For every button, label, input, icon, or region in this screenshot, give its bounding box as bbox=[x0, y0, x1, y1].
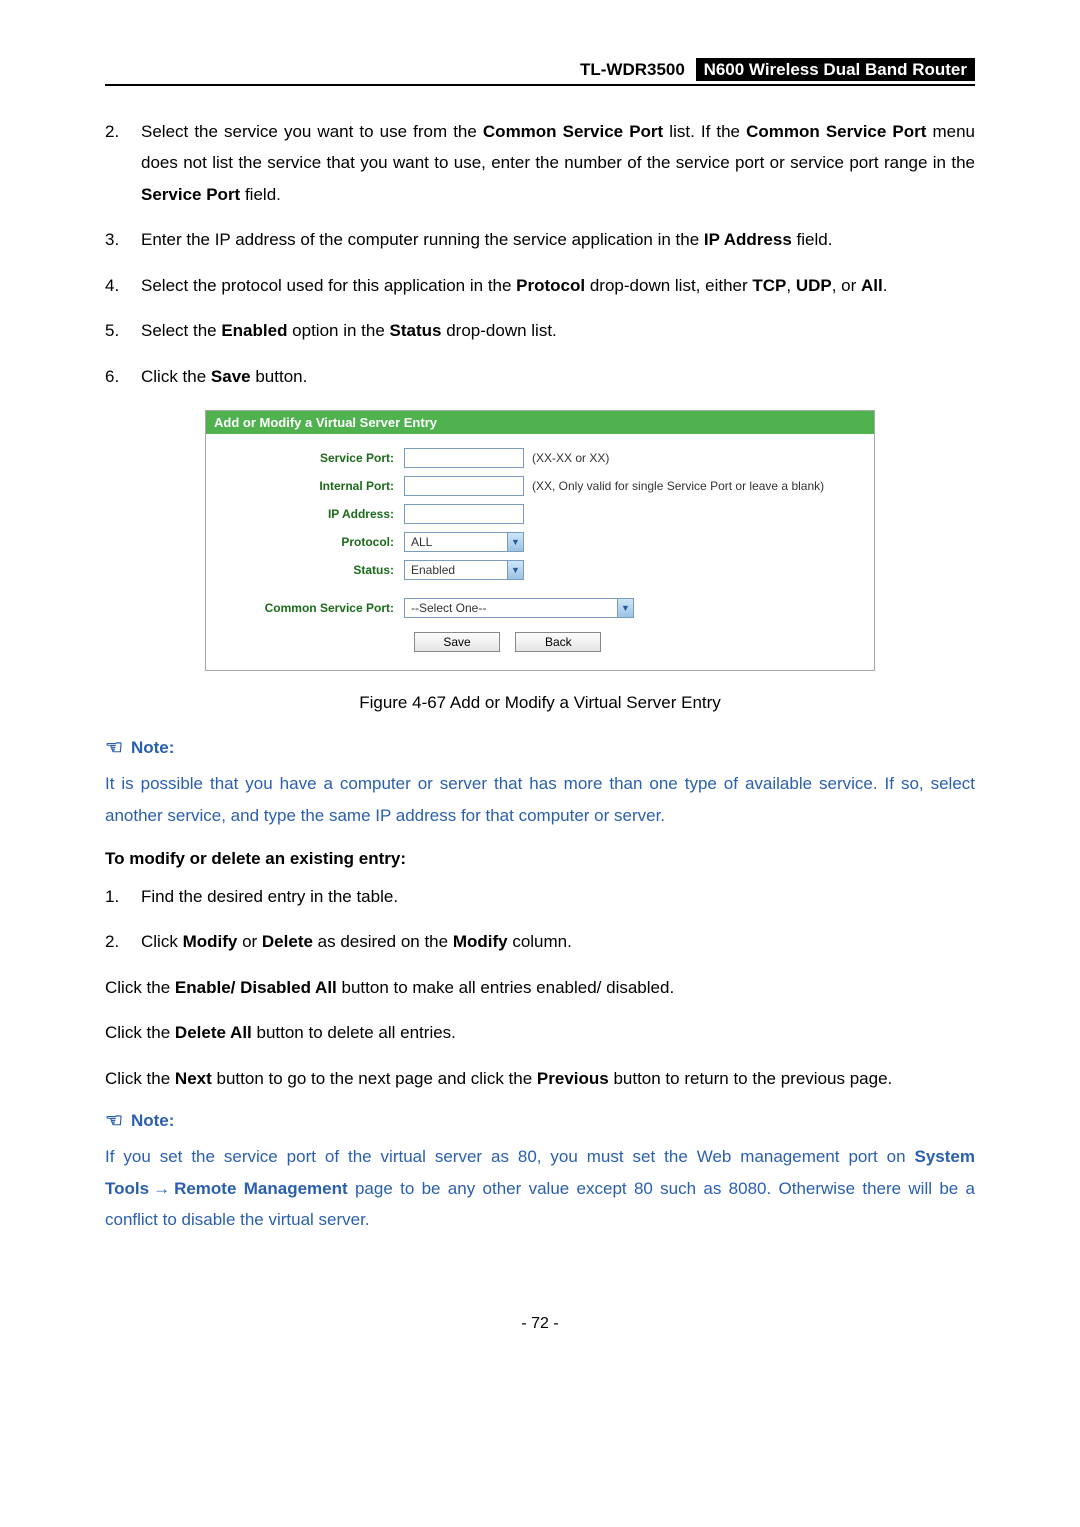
figure-caption: Figure 4-67 Add or Modify a Virtual Serv… bbox=[105, 693, 975, 713]
status-value: Enabled bbox=[405, 563, 475, 577]
page-number: - 72 - bbox=[105, 1315, 975, 1333]
common-service-port-select[interactable]: --Select One-- ▼ bbox=[404, 598, 634, 618]
label-status: Status: bbox=[216, 563, 404, 577]
pointing-hand-icon: ☞ bbox=[105, 735, 123, 760]
service-port-input[interactable] bbox=[404, 448, 524, 468]
list-item: 6. Click the Save button. bbox=[105, 361, 975, 392]
paragraph: Click the Next button to go to the next … bbox=[105, 1063, 975, 1094]
section-heading: To modify or delete an existing entry: bbox=[105, 849, 975, 869]
figure-panel: Add or Modify a Virtual Server Entry Ser… bbox=[205, 410, 875, 671]
note-label: Note: bbox=[131, 738, 174, 758]
list-text: Click Modify or Delete as desired on the… bbox=[141, 926, 975, 957]
internal-port-input[interactable] bbox=[404, 476, 524, 496]
row-ip-address: IP Address: bbox=[216, 504, 864, 524]
row-status: Status: Enabled ▼ bbox=[216, 560, 864, 580]
label-protocol: Protocol: bbox=[216, 535, 404, 549]
protocol-select[interactable]: ALL ▼ bbox=[404, 532, 524, 552]
figure-box: Add or Modify a Virtual Server Entry Ser… bbox=[205, 410, 875, 671]
chevron-down-icon: ▼ bbox=[507, 533, 523, 551]
list-number: 2. bbox=[105, 926, 141, 957]
list-number: 2. bbox=[105, 116, 141, 210]
list-text: Select the protocol used for this applic… bbox=[141, 270, 975, 301]
row-common-service-port: Common Service Port: --Select One-- ▼ bbox=[216, 598, 864, 618]
row-internal-port: Internal Port: (XX, Only valid for singl… bbox=[216, 476, 864, 496]
page-header: TL-WDR3500 N600 Wireless Dual Band Route… bbox=[105, 60, 975, 86]
list-text: Find the desired entry in the table. bbox=[141, 881, 975, 912]
list-text: Select the Enabled option in the Status … bbox=[141, 315, 975, 346]
page: TL-WDR3500 N600 Wireless Dual Band Route… bbox=[0, 0, 1080, 1373]
list-number: 4. bbox=[105, 270, 141, 301]
list-text: Enter the IP address of the computer run… bbox=[141, 224, 975, 255]
label-service-port: Service Port: bbox=[216, 451, 404, 465]
label-ip-address: IP Address: bbox=[216, 507, 404, 521]
row-service-port: Service Port: (XX-XX or XX) bbox=[216, 448, 864, 468]
list-item: 5. Select the Enabled option in the Stat… bbox=[105, 315, 975, 346]
list-number: 1. bbox=[105, 881, 141, 912]
paragraph: Click the Delete All button to delete al… bbox=[105, 1017, 975, 1048]
protocol-value: ALL bbox=[405, 535, 452, 549]
back-button[interactable]: Back bbox=[515, 632, 601, 652]
list-text: Select the service you want to use from … bbox=[141, 116, 975, 210]
row-protocol: Protocol: ALL ▼ bbox=[216, 532, 864, 552]
arrow-right-icon: → bbox=[149, 1179, 174, 1198]
chevron-down-icon: ▼ bbox=[617, 599, 633, 617]
list-item: 1. Find the desired entry in the table. bbox=[105, 881, 975, 912]
figure-title: Add or Modify a Virtual Server Entry bbox=[206, 411, 874, 434]
note-heading: ☞ Note: bbox=[105, 735, 975, 760]
note-heading: ☞ Note: bbox=[105, 1108, 975, 1133]
figure-buttons: Save Back bbox=[414, 632, 864, 652]
list-item: 3. Enter the IP address of the computer … bbox=[105, 224, 975, 255]
product-name: N600 Wireless Dual Band Router bbox=[696, 58, 975, 81]
list-item: 2. Select the service you want to use fr… bbox=[105, 116, 975, 210]
list-number: 6. bbox=[105, 361, 141, 392]
note-body: It is possible that you have a computer … bbox=[105, 768, 975, 831]
figure-body: Service Port: (XX-XX or XX) Internal Por… bbox=[206, 434, 874, 670]
chevron-down-icon: ▼ bbox=[507, 561, 523, 579]
ip-address-input[interactable] bbox=[404, 504, 524, 524]
common-service-port-value: --Select One-- bbox=[405, 601, 506, 615]
label-common-service-port: Common Service Port: bbox=[216, 601, 404, 615]
note-label: Note: bbox=[131, 1111, 174, 1131]
hint-internal-port: (XX, Only valid for single Service Port … bbox=[524, 479, 824, 493]
paragraph: Click the Enable/ Disabled All button to… bbox=[105, 972, 975, 1003]
status-select[interactable]: Enabled ▼ bbox=[404, 560, 524, 580]
list-number: 5. bbox=[105, 315, 141, 346]
pointing-hand-icon: ☞ bbox=[105, 1108, 123, 1133]
list-item: 2. Click Modify or Delete as desired on … bbox=[105, 926, 975, 957]
list-text: Click the Save button. bbox=[141, 361, 975, 392]
model-number: TL-WDR3500 bbox=[580, 60, 685, 79]
hint-service-port: (XX-XX or XX) bbox=[524, 451, 609, 465]
label-internal-port: Internal Port: bbox=[216, 479, 404, 493]
note-body: If you set the service port of the virtu… bbox=[105, 1141, 975, 1235]
save-button[interactable]: Save bbox=[414, 632, 500, 652]
list-item: 4. Select the protocol used for this app… bbox=[105, 270, 975, 301]
list-number: 3. bbox=[105, 224, 141, 255]
